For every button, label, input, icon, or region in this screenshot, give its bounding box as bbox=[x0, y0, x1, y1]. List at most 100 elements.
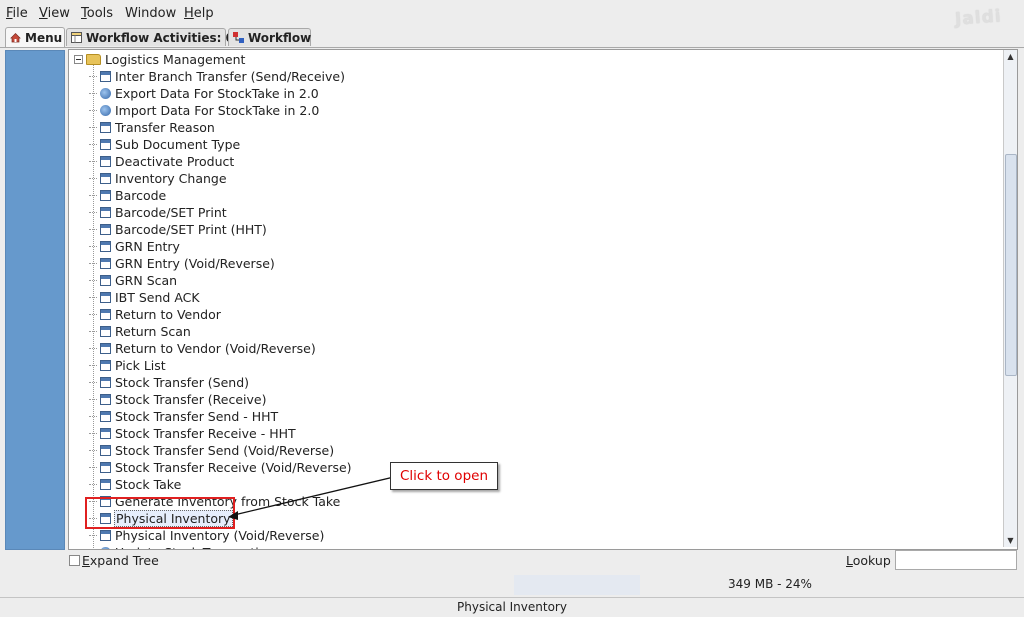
tree-item[interactable]: Return to Vendor (Void/Reverse) bbox=[89, 340, 317, 356]
tree-item-label: Return to Vendor bbox=[115, 306, 221, 322]
tree-connector bbox=[89, 194, 97, 196]
tree-item-label: Stock Transfer (Receive) bbox=[115, 391, 267, 407]
tree-item[interactable]: Export Data For StockTake in 2.0 bbox=[89, 85, 320, 101]
window-icon bbox=[100, 189, 111, 201]
tree-item[interactable]: Stock Transfer Receive - HHT bbox=[89, 425, 297, 441]
expand-tree-label[interactable]: Expand Tree bbox=[82, 553, 159, 568]
window-icon bbox=[100, 427, 111, 439]
tree-item-label: GRN Entry (Void/Reverse) bbox=[115, 255, 275, 271]
tree-item[interactable]: Stock Transfer (Send) bbox=[89, 374, 250, 390]
tree-item[interactable]: Barcode/SET Print (HHT) bbox=[89, 221, 268, 237]
tree-connector bbox=[89, 449, 97, 451]
window-icon bbox=[100, 342, 111, 354]
tree-item-label: Stock Transfer Send - HHT bbox=[115, 408, 279, 424]
window-icon bbox=[100, 240, 111, 252]
memory-usage: 349 MB - 24% bbox=[728, 577, 812, 591]
window-icon bbox=[100, 410, 111, 422]
tree-item[interactable]: Pick List bbox=[89, 357, 167, 373]
tree-item-label: Physical Inventory (Void/Reverse) bbox=[115, 527, 325, 543]
tree-connector bbox=[89, 483, 97, 485]
tree-item-label: Barcode bbox=[115, 187, 167, 203]
menu-help[interactable]: Help bbox=[184, 6, 214, 21]
tab-workflow-label: Workflow bbox=[248, 30, 312, 45]
tree-item[interactable]: GRN Entry (Void/Reverse) bbox=[89, 255, 276, 271]
tree-item-label: Inter Branch Transfer (Send/Receive) bbox=[115, 68, 345, 84]
process-icon bbox=[100, 104, 111, 116]
window-icon bbox=[100, 138, 111, 150]
tab-menu[interactable]: Menu bbox=[5, 27, 65, 47]
tree-item[interactable]: Physical Inventory (Void/Reverse) bbox=[89, 527, 325, 543]
menu-view[interactable]: View bbox=[39, 6, 70, 21]
menu-bar: File View Tools Window Help Jaldi bbox=[0, 0, 1024, 30]
tree-item-label: Transfer Reason bbox=[115, 119, 215, 135]
tree-item[interactable]: Stock Transfer Receive (Void/Reverse) bbox=[89, 459, 353, 475]
window-icon bbox=[100, 155, 111, 167]
tree-item[interactable]: Stock Transfer Send (Void/Reverse) bbox=[89, 442, 335, 458]
lookup-label: Lookup bbox=[846, 553, 891, 568]
tree-item[interactable]: Return Scan bbox=[89, 323, 192, 339]
tree-connector bbox=[89, 143, 97, 145]
tree-connector bbox=[89, 347, 97, 349]
window-icon bbox=[100, 461, 111, 473]
tree-item[interactable]: Stock Transfer Send - HHT bbox=[89, 408, 279, 424]
tree-connector bbox=[89, 296, 97, 298]
menu-window[interactable]: Window bbox=[125, 6, 176, 21]
window-icon bbox=[100, 325, 111, 337]
tree-item-label: Stock Transfer (Send) bbox=[115, 374, 250, 390]
tree-item-label: Deactivate Product bbox=[115, 153, 235, 169]
tree-connector bbox=[89, 75, 97, 77]
tab-strip: Menu Workflow Activities: 0 Workflow bbox=[0, 27, 1024, 48]
scrollbar-thumb[interactable] bbox=[1005, 154, 1017, 376]
tree-item[interactable]: Inter Branch Transfer (Send/Receive) bbox=[89, 68, 346, 84]
tree-item[interactable]: Deactivate Product bbox=[89, 153, 235, 169]
tree-connector bbox=[89, 245, 97, 247]
window-icon bbox=[100, 206, 111, 218]
tree-item-label: Stock Transfer Receive (Void/Reverse) bbox=[115, 459, 352, 475]
tree-connector bbox=[89, 92, 97, 94]
home-icon bbox=[10, 32, 21, 43]
tree-item[interactable]: Inventory Change bbox=[89, 170, 228, 186]
tree-connector bbox=[89, 432, 97, 434]
tree-item[interactable]: GRN Entry bbox=[89, 238, 181, 254]
tree-item[interactable]: Return to Vendor bbox=[89, 306, 222, 322]
tree-item-label: GRN Entry bbox=[115, 238, 180, 254]
tree-item[interactable]: Sub Document Type bbox=[89, 136, 241, 152]
menu-tools[interactable]: Tools bbox=[81, 6, 113, 21]
window-icon bbox=[100, 274, 111, 286]
tab-workflow[interactable]: Workflow bbox=[228, 28, 311, 46]
tree-connector bbox=[89, 279, 97, 281]
tree-item-label: IBT Send ACK bbox=[115, 289, 200, 305]
tree-item[interactable]: Update Stock Transaction bbox=[89, 544, 275, 550]
window-icon bbox=[100, 529, 111, 541]
tree-connector bbox=[89, 381, 97, 383]
tree-item[interactable]: Stock Take bbox=[89, 476, 182, 492]
tree-connector bbox=[89, 109, 97, 111]
tree-item[interactable]: Barcode bbox=[89, 187, 167, 203]
tree-connector bbox=[89, 211, 97, 213]
menu-tree: Logistics Management Inter Branch Transf… bbox=[68, 49, 1018, 550]
tab-workflow-activities[interactable]: Workflow Activities: 0 bbox=[66, 28, 234, 46]
expand-tree-checkbox[interactable] bbox=[69, 555, 80, 566]
memory-bar[interactable] bbox=[514, 575, 640, 595]
tree-item[interactable]: IBT Send ACK bbox=[89, 289, 201, 305]
vertical-scrollbar[interactable]: ▲ ▼ bbox=[1003, 50, 1017, 547]
tree-connector bbox=[89, 415, 97, 417]
tree-item-label: Pick List bbox=[115, 357, 166, 373]
window-icon bbox=[100, 393, 111, 405]
tree-item[interactable]: Transfer Reason bbox=[89, 119, 216, 135]
tree-item[interactable]: Barcode/SET Print bbox=[89, 204, 228, 220]
window-icon bbox=[100, 291, 111, 303]
menu-file[interactable]: File bbox=[6, 6, 28, 21]
tree-item-label: Update Stock Transaction bbox=[114, 545, 275, 550]
scroll-up-icon[interactable]: ▲ bbox=[1004, 50, 1017, 63]
tree-item[interactable]: Stock Transfer (Receive) bbox=[89, 391, 268, 407]
tree-node-logistics-management[interactable]: Logistics Management bbox=[69, 51, 245, 67]
collapse-icon[interactable] bbox=[74, 54, 83, 64]
tree-item[interactable]: Import Data For StockTake in 2.0 bbox=[89, 102, 320, 118]
window-icon bbox=[100, 444, 111, 456]
lookup-input[interactable] bbox=[895, 550, 1017, 570]
window-icon bbox=[100, 172, 111, 184]
scroll-down-icon[interactable]: ▼ bbox=[1004, 534, 1017, 547]
tree-item[interactable]: GRN Scan bbox=[89, 272, 178, 288]
window-icon bbox=[100, 478, 111, 490]
